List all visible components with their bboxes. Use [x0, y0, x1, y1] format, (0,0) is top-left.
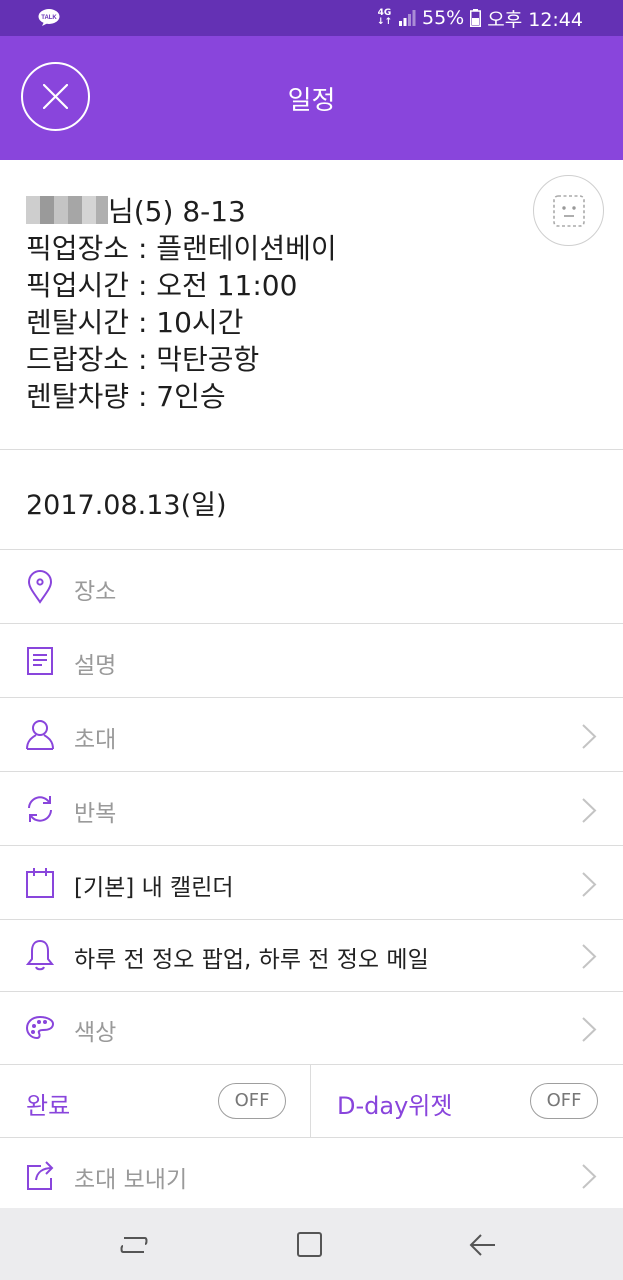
bell-icon — [25, 939, 55, 971]
signal-icon — [399, 10, 416, 26]
dday-label: D-day위젯 — [337, 1092, 453, 1120]
alarm-row[interactable]: 하루 전 정오 팝업, 하루 전 정오 메일 — [0, 918, 623, 992]
back-arrow-icon[interactable] — [467, 1230, 499, 1260]
chevron-right-icon — [582, 798, 597, 823]
event-text: 님(5) 8-13 픽업장소 : 플랜테이션베이 픽업시간 : 오전 11:00… — [26, 193, 337, 415]
event-details[interactable]: 님(5) 8-13 픽업장소 : 플랜테이션베이 픽업시간 : 오전 11:00… — [0, 160, 623, 450]
chevron-right-icon — [582, 1164, 597, 1189]
network-indicator: 4G ↓↑ — [377, 9, 392, 27]
sticker-icon — [553, 195, 585, 227]
system-nav-bar — [0, 1208, 623, 1280]
battery-icon — [470, 9, 482, 27]
status-icons: 4G ↓↑ 55% 오후 12:44 — [377, 7, 583, 31]
location-row[interactable]: 장소 — [0, 550, 623, 624]
palette-icon — [25, 1015, 55, 1040]
calendar-row[interactable]: [기본] 내 캘린더 — [0, 846, 623, 920]
chevron-right-icon — [582, 872, 597, 897]
invite-label: 초대 — [74, 727, 117, 753]
kakaotalk-notification-icon: TALK — [38, 9, 60, 26]
calendar-label: [기본] 내 캘린더 — [74, 875, 234, 901]
chevron-right-icon — [582, 724, 597, 749]
svg-text:TALK: TALK — [41, 15, 57, 21]
send-invite-row[interactable]: 초대 보내기 — [0, 1138, 623, 1212]
alarm-label: 하루 전 정오 팝업, 하루 전 정오 메일 — [74, 947, 429, 973]
network-arrows: ↓↑ — [376, 17, 392, 27]
page-title: 일정 — [287, 86, 336, 116]
chevron-right-icon — [582, 944, 597, 969]
event-date: 2017.08.13(일) — [26, 490, 227, 521]
event-line-drop-place: 드랍장소 : 막탄공항 — [26, 343, 260, 376]
description-row[interactable]: 설명 — [0, 624, 623, 698]
event-line-pickup-time: 픽업시간 : 오전 11:00 — [26, 269, 298, 302]
clock: 오후 12:44 — [487, 8, 583, 31]
recent-apps-icon[interactable] — [118, 1230, 150, 1260]
done-toggle[interactable]: OFF — [218, 1083, 286, 1119]
person-icon — [26, 720, 54, 750]
description-label: 설명 — [74, 653, 117, 679]
repeat-icon — [28, 796, 52, 822]
event-title-line: 님(5) 8-13 — [26, 193, 337, 230]
blurred-name — [26, 196, 108, 224]
invite-row[interactable]: 초대 — [0, 698, 623, 772]
sticker-button[interactable] — [533, 175, 604, 246]
dday-toggle-section: D-day위젯 OFF — [312, 1064, 623, 1138]
app-header: 일정 — [0, 36, 623, 160]
battery-percent: 55% — [422, 7, 465, 29]
color-row[interactable]: 색상 — [0, 991, 623, 1065]
event-title-suffix: 님(5) 8-13 — [108, 195, 246, 228]
repeat-label: 반복 — [74, 801, 117, 827]
location-label: 장소 — [74, 579, 117, 605]
send-invite-label: 초대 보내기 — [74, 1167, 188, 1193]
event-line-vehicle: 렌탈차량 : 7인승 — [26, 380, 226, 413]
location-pin-icon — [27, 570, 53, 604]
document-icon — [27, 647, 53, 675]
color-label: 색상 — [74, 1020, 117, 1046]
toggle-row: 완료 OFF D-day위젯 OFF — [0, 1064, 623, 1138]
calendar-icon — [26, 868, 54, 898]
done-label: 완료 — [26, 1092, 71, 1120]
chevron-right-icon — [582, 1017, 597, 1042]
event-line-pickup-place: 픽업장소 : 플랜테이션베이 — [26, 232, 337, 265]
share-icon — [27, 1161, 54, 1190]
event-date-row[interactable]: 2017.08.13(일) — [0, 450, 623, 550]
status-bar: TALK 4G ↓↑ 55% 오후 12:44 — [0, 0, 623, 36]
dday-toggle[interactable]: OFF — [530, 1083, 598, 1119]
event-line-rental-hours: 렌탈시간 : 10시간 — [26, 306, 244, 339]
home-button-icon[interactable] — [294, 1230, 326, 1260]
done-toggle-section: 완료 OFF — [0, 1064, 311, 1138]
repeat-row[interactable]: 반복 — [0, 772, 623, 846]
